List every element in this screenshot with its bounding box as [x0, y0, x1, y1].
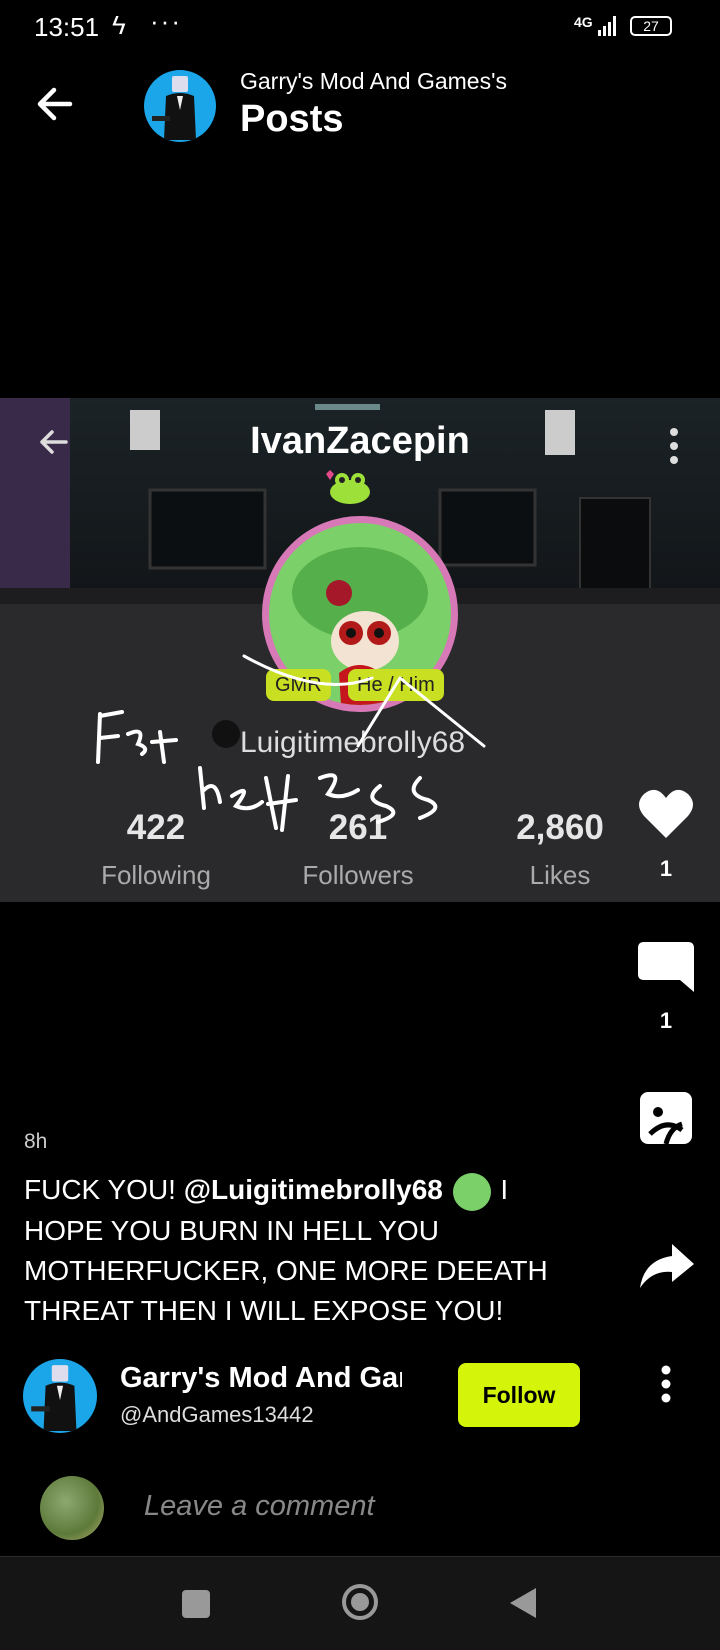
back-button[interactable]: [30, 78, 82, 130]
more-vertical-icon: [661, 1365, 671, 1403]
caption-text: FUCK YOU!: [24, 1174, 184, 1205]
like-button[interactable]: [636, 784, 696, 844]
suited-man-image: [31, 1365, 77, 1431]
post-caption: FUCK YOU! @Luigitimebrolly68 I HOPE YOU …: [24, 1170, 584, 1331]
author-name[interactable]: Garry's Mod And Games: [120, 1362, 402, 1395]
page-title: Posts: [240, 98, 344, 140]
user-avatar: [40, 1476, 104, 1540]
owner-name: Garry's Mod And Games's: [240, 68, 507, 94]
speech-bubble-icon: [638, 942, 694, 992]
home-circle-icon: [342, 1584, 378, 1620]
nav-back-button[interactable]: [506, 1584, 540, 1622]
mention-avatar: [452, 1172, 491, 1211]
comment-button[interactable]: [636, 938, 696, 998]
suited-man-image: [152, 76, 196, 140]
recent-apps-button[interactable]: [182, 1590, 210, 1618]
follow-button[interactable]: Follow: [458, 1363, 580, 1427]
network-type: 4G: [574, 14, 593, 30]
author-handle: @AndGames13442: [120, 1402, 314, 1427]
bolt-icon: ϟ: [112, 10, 126, 40]
status-time: 13:51: [34, 12, 100, 42]
mention-link[interactable]: @Luigitimebrolly68: [184, 1174, 443, 1205]
duet-button[interactable]: [636, 1088, 696, 1148]
comment-input[interactable]: Leave a comment: [144, 1490, 375, 1523]
signal-icon: [598, 16, 618, 36]
battery-icon: 27: [630, 16, 672, 36]
duet-icon: [640, 1092, 692, 1145]
post-timestamp: 8h: [24, 1130, 48, 1153]
like-count: 1: [659, 856, 673, 881]
owner-avatar[interactable]: [144, 70, 216, 142]
handwritten-scribble: [96, 654, 486, 832]
more-notifications-icon: ···: [150, 6, 182, 36]
home-button[interactable]: [340, 1582, 380, 1622]
arrow-left-icon: [37, 87, 73, 121]
post-options-button[interactable]: [658, 1364, 674, 1404]
comment-count: 1: [659, 1008, 673, 1033]
post-image[interactable]: IvanZacepin GMR He / Him Luigitimebrolly…: [0, 398, 720, 902]
triangle-back-icon: [510, 1588, 536, 1618]
heart-icon: [639, 789, 693, 838]
share-arrow-icon: [640, 1244, 694, 1288]
share-button[interactable]: [636, 1236, 696, 1296]
author-avatar[interactable]: [23, 1359, 97, 1433]
